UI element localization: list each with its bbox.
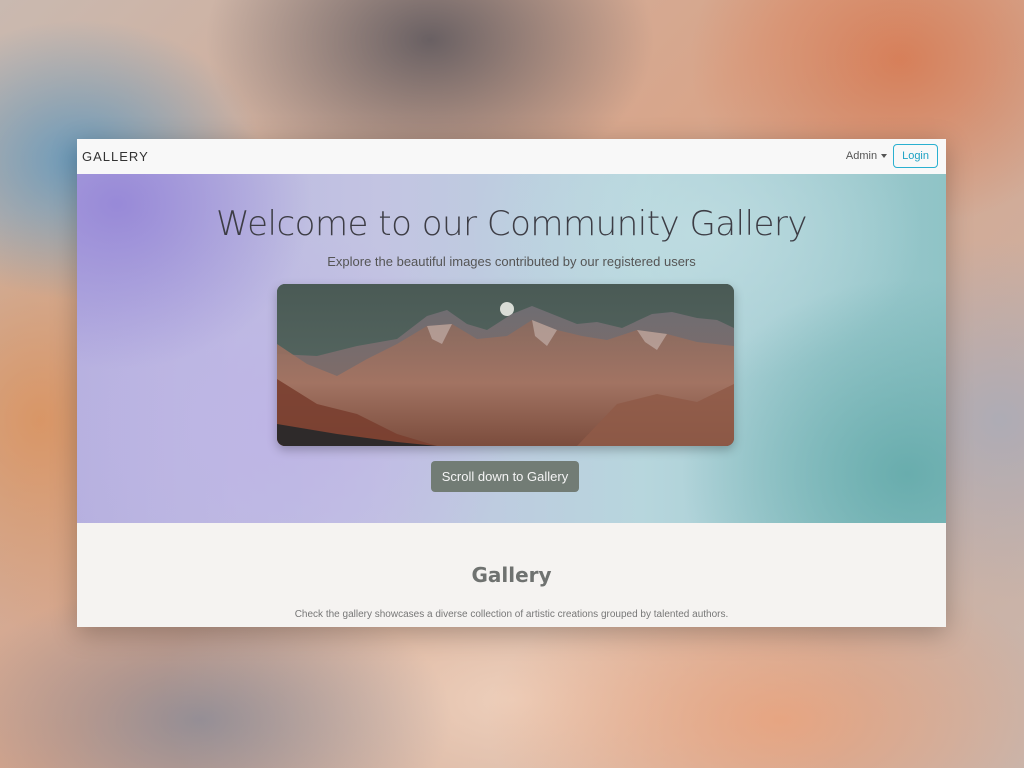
gallery-title: Gallery — [471, 563, 552, 587]
nav-right: Admin Login — [846, 142, 938, 170]
gallery-description: Check the gallery showcases a diverse co… — [294, 609, 729, 620]
admin-dropdown[interactable]: Admin — [845, 150, 888, 162]
browser-window: GALLERY Admin Login Welcome to our Commu… — [77, 139, 946, 627]
hero-subtitle: Explore the beautiful images contributed… — [327, 254, 696, 269]
hero-mountain-image — [277, 284, 734, 446]
navbar: GALLERY Admin Login — [77, 139, 946, 174]
gallery-section: Gallery Check the gallery showcases a di… — [77, 523, 946, 627]
admin-dropdown-label: Admin — [845, 150, 878, 162]
brand-logo[interactable]: GALLERY — [82, 149, 149, 164]
caret-down-icon — [881, 154, 888, 158]
hero-section: Welcome to our Community Gallery Explore… — [77, 174, 946, 523]
hero-title: Welcome to our Community Gallery — [215, 204, 808, 244]
moon-icon — [500, 302, 514, 316]
login-button[interactable]: Login — [893, 144, 938, 168]
mountain-illustration — [277, 284, 734, 446]
scroll-to-gallery-button[interactable]: Scroll down to Gallery — [431, 461, 579, 492]
